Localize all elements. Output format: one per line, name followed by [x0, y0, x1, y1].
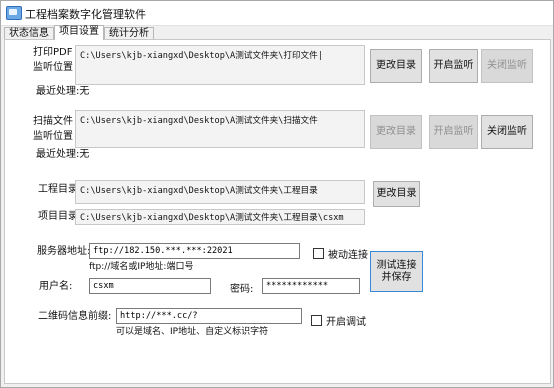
work-dir-label: 工程目录	[38, 184, 78, 195]
checkbox-box	[313, 248, 324, 259]
tab-project-settings[interactable]: 项目设置	[54, 25, 104, 40]
title-bar: 工程档案数字化管理软件	[1, 1, 553, 26]
app-window: 工程档案数字化管理软件 状态信息 项目设置 统计分析 打印PDF 监听位置 C:…	[0, 0, 554, 388]
tab-status-info[interactable]: 状态信息	[4, 27, 54, 39]
scan-change-dir-button[interactable]: 更改目录	[370, 115, 422, 149]
tab-bar: 状态信息 项目设置 统计分析	[4, 25, 552, 40]
server-address-input[interactable]	[89, 243, 300, 259]
scan-recent-processed: 最近处理:无	[36, 149, 90, 160]
password-input[interactable]	[262, 278, 360, 294]
server-address-label: 服务器地址:	[37, 246, 91, 257]
project-settings-panel: 打印PDF 监听位置 C:\Users\kjb-xiangxd\Desktop\…	[4, 39, 551, 384]
scan-stop-monitor-button[interactable]: 关闭监听	[481, 115, 533, 149]
qr-prefix-hint: 可以是域名、IP地址、自定义标识字符	[116, 327, 269, 337]
username-label: 用户名:	[39, 281, 73, 292]
print-monitor-label-2: 监听位置	[33, 62, 73, 73]
project-dir-label: 项目目录	[38, 211, 78, 222]
qr-prefix-input[interactable]	[116, 308, 302, 324]
scan-monitor-path: C:\Users\kjb-xiangxd\Desktop\A测试文件夹\扫描文件	[75, 110, 365, 148]
print-monitor-path: C:\Users\kjb-xiangxd\Desktop\A测试文件夹\打印文件…	[75, 45, 365, 85]
window-title: 工程档案数字化管理软件	[25, 8, 146, 21]
project-dir-path: C:\Users\kjb-xiangxd\Desktop\A测试文件夹\工程目录…	[75, 209, 365, 225]
test-connection-line1: 测试连接	[376, 259, 417, 271]
print-recent-processed: 最近处理:无	[36, 86, 90, 97]
server-address-hint: ftp://域名或IP地址:端口号	[89, 262, 194, 272]
checkbox-box	[311, 315, 322, 326]
test-connection-line2: 并保存	[381, 271, 412, 283]
enable-debug-checkbox[interactable]: 开启调试	[311, 313, 366, 328]
scan-monitor-label-2: 监听位置	[33, 131, 73, 142]
passive-connection-label: 被动连接	[328, 250, 368, 261]
tab-statistics[interactable]: 统计分析	[104, 27, 154, 39]
print-stop-monitor-button[interactable]: 关闭监听	[481, 49, 533, 83]
work-dir-path: C:\Users\kjb-xiangxd\Desktop\A测试文件夹\工程目录	[75, 180, 365, 204]
qr-prefix-label: 二维码信息前缀:	[38, 311, 112, 322]
app-icon	[6, 6, 22, 20]
print-monitor-label-1: 打印PDF	[33, 47, 73, 58]
print-start-monitor-button[interactable]: 开启监听	[429, 49, 478, 83]
scan-start-monitor-button[interactable]: 开启监听	[429, 115, 478, 149]
scan-monitor-label-1: 扫描文件	[33, 116, 73, 127]
passive-connection-checkbox[interactable]: 被动连接	[313, 246, 368, 261]
enable-debug-label: 开启调试	[326, 317, 366, 328]
print-change-dir-button[interactable]: 更改目录	[370, 49, 422, 83]
work-change-dir-button[interactable]: 更改目录	[373, 181, 420, 207]
username-input[interactable]	[89, 278, 211, 294]
password-label: 密码:	[230, 284, 254, 295]
test-connection-save-button[interactable]: 测试连接 并保存	[370, 251, 423, 292]
